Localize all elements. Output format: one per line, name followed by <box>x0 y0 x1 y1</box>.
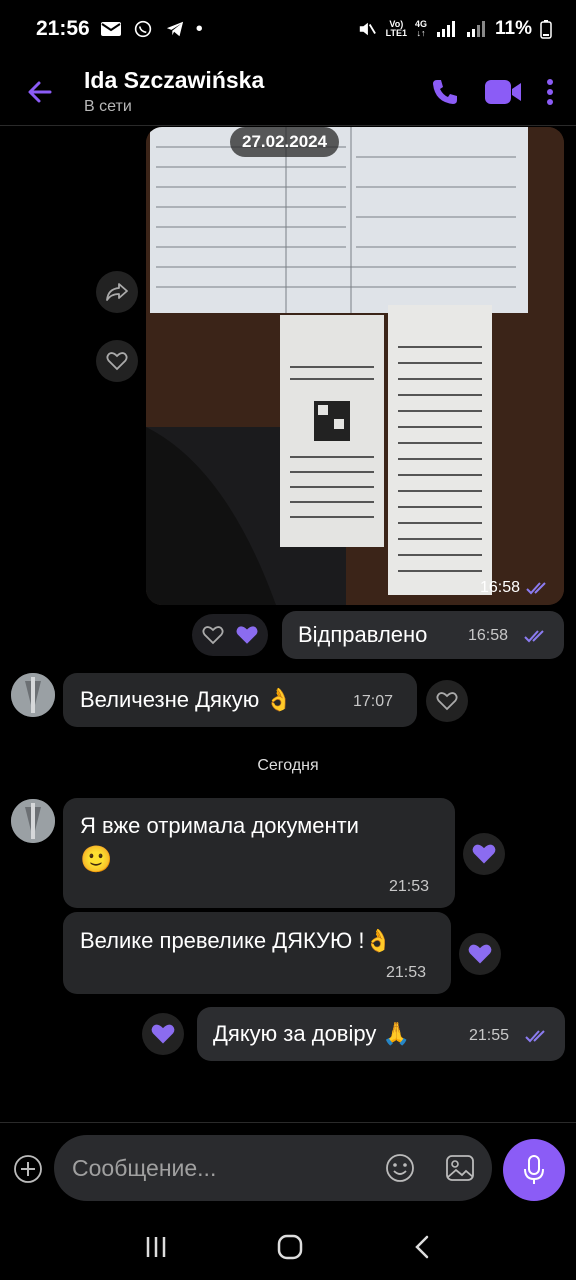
contact-name: Ida Szczawińska <box>84 67 265 93</box>
home-icon[interactable] <box>277 1234 303 1260</box>
nav-back-icon[interactable] <box>412 1234 432 1260</box>
like-button-active[interactable] <box>463 833 505 875</box>
heart-filled-icon <box>468 944 492 964</box>
photo-message[interactable]: 16:58 <box>146 127 564 605</box>
back-button[interactable] <box>10 62 70 122</box>
avatar[interactable] <box>11 799 55 843</box>
read-ticks-icon <box>524 630 544 643</box>
like-button-active[interactable] <box>142 1013 184 1055</box>
message-bubble-incoming[interactable]: Я вже отримала документи 🙂 21:53 <box>63 798 455 908</box>
battery-icon <box>540 20 552 39</box>
phone-icon[interactable] <box>430 77 460 107</box>
battery-percent: 11% <box>495 18 532 39</box>
heart-filled-icon <box>235 626 258 644</box>
day-separator: Сегодня <box>257 757 319 774</box>
photo-image <box>146 127 564 605</box>
contact-status: В сети <box>84 98 132 115</box>
message-text: Відправлено <box>298 622 428 647</box>
message-time: 21:55 <box>469 1027 510 1044</box>
message-input[interactable] <box>54 1135 492 1201</box>
recent-apps-icon[interactable] <box>144 1235 168 1259</box>
volte-indicator: Vo) LTE1 <box>385 19 407 38</box>
status-time: 21:56 <box>36 17 90 40</box>
heart-icon <box>106 352 128 371</box>
message-bubble-incoming[interactable]: Величезне Дякую 👌 17:07 <box>63 673 417 727</box>
sticker-icon[interactable] <box>385 1153 415 1183</box>
message-bubble-outgoing[interactable]: Відправлено 16:58 <box>282 611 564 659</box>
message-emoji: 🙂 <box>80 844 113 874</box>
message-list[interactable]: 16:58 27.02.2024 Відправлено 16:58 Велич… <box>0 127 576 1122</box>
heart-icon <box>436 692 458 711</box>
composer <box>0 1122 576 1214</box>
status-bar: 21:56 • Vo) LTE1 4G ↓↑ 11% <box>0 0 576 58</box>
message-text: Дякую за довіру 🙏 <box>213 1021 410 1046</box>
share-button[interactable] <box>96 271 138 313</box>
system-navbar <box>0 1214 576 1280</box>
read-ticks-icon <box>526 582 546 595</box>
network-4g-indicator: 4G ↓↑ <box>415 19 428 38</box>
message-time: 21:53 <box>386 964 427 981</box>
like-button[interactable] <box>426 680 468 722</box>
message-time: 16:58 <box>468 627 509 644</box>
plus-icon[interactable] <box>13 1154 43 1184</box>
message-time: 17:07 <box>353 693 394 710</box>
signal-icon <box>437 21 456 37</box>
mail-icon <box>100 22 121 36</box>
back-arrow-icon <box>28 81 52 102</box>
avatar[interactable] <box>11 673 55 717</box>
signal-icon-2 <box>467 21 486 37</box>
message-text: Велике превелике ДЯКУЮ !👌 <box>80 928 392 953</box>
more-icon[interactable] <box>546 78 554 106</box>
message-text: Величезне Дякую 👌 <box>80 687 293 712</box>
date-chip: 27.02.2024 <box>230 127 340 157</box>
heart-filled-icon <box>151 1024 175 1044</box>
reaction-pair[interactable] <box>192 614 268 656</box>
photo-time: 16:58 <box>480 579 550 597</box>
heart-filled-icon <box>472 844 496 864</box>
message-text: Я вже отримала документи <box>80 813 359 838</box>
read-ticks-icon <box>525 1030 545 1043</box>
message-time: 21:53 <box>389 878 430 895</box>
gallery-icon[interactable] <box>445 1153 475 1183</box>
mic-icon <box>524 1155 544 1184</box>
heart-outline-icon <box>201 626 224 645</box>
contact-info[interactable]: Ida Szczawińska В сети <box>84 67 264 116</box>
like-button-photo[interactable] <box>96 340 138 382</box>
status-dot: • <box>195 17 203 40</box>
message-bubble-outgoing[interactable]: Дякую за довіру 🙏 21:55 <box>197 1007 565 1061</box>
like-button-active[interactable] <box>459 933 501 975</box>
chat-header: Ida Szczawińska В сети <box>0 58 576 126</box>
message-bubble-incoming[interactable]: Велике превелике ДЯКУЮ !👌 21:53 <box>63 912 451 994</box>
mute-icon <box>359 22 376 36</box>
avatar-image <box>11 799 55 843</box>
viber-icon <box>134 20 151 38</box>
voice-message-button[interactable] <box>503 1139 565 1201</box>
avatar-image <box>11 673 55 717</box>
video-icon[interactable] <box>484 77 522 107</box>
telegram-icon <box>166 21 183 37</box>
share-icon <box>106 283 128 301</box>
